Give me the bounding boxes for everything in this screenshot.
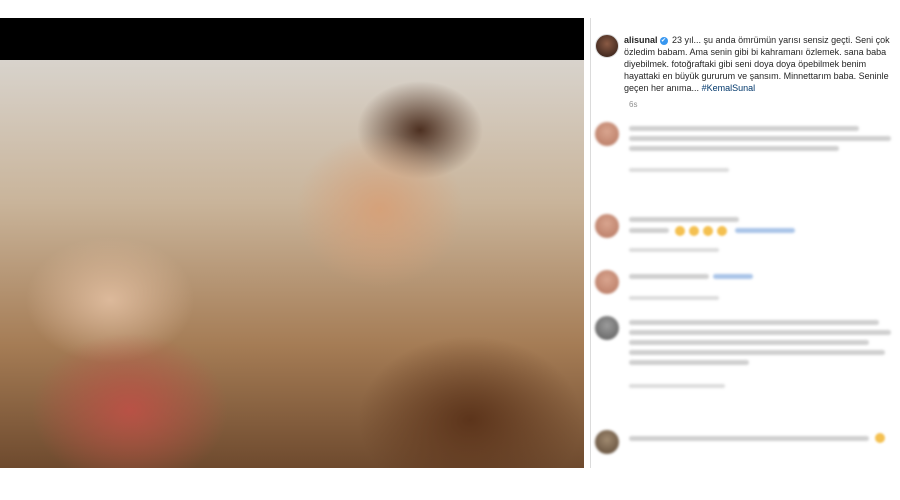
- comment-meta: [629, 168, 729, 172]
- blurred-text: [629, 228, 669, 233]
- blurred-text: [629, 330, 891, 335]
- emoji-icon: [689, 226, 699, 236]
- blurred-comment: [595, 122, 895, 178]
- blurred-comment: [595, 316, 895, 396]
- blurred-text: [629, 217, 739, 222]
- blurred-comment: [595, 430, 895, 458]
- blurred-text: [629, 136, 891, 141]
- comment-avatar: [595, 270, 619, 294]
- photo-image: [0, 60, 584, 468]
- comment-meta: [629, 384, 725, 388]
- blurred-text: [629, 340, 869, 345]
- comment-meta: [629, 248, 719, 252]
- emoji-icon: [703, 226, 713, 236]
- emoji-icon: [675, 226, 685, 236]
- comments-panel: alisunal ✔ 23 yıl... şu anda ömrümün yarı…: [591, 18, 900, 468]
- comment-avatar: [595, 430, 619, 454]
- comment-avatar: [595, 214, 619, 238]
- hashtag-link[interactable]: #KemalSunal: [702, 83, 756, 93]
- username-link[interactable]: alisunal: [624, 35, 658, 45]
- blurred-text: [629, 320, 879, 325]
- blurred-text: [629, 350, 885, 355]
- emoji-icon: [875, 433, 885, 443]
- blurred-text: [629, 126, 859, 131]
- blurred-mention: [735, 228, 795, 233]
- comment-avatar: [595, 316, 619, 340]
- post-photo[interactable]: [0, 18, 584, 468]
- emoji-icon: [717, 226, 727, 236]
- blurred-text: [629, 436, 869, 441]
- verified-badge-icon: ✔: [659, 36, 668, 45]
- instagram-post: alisunal ✔ 23 yıl... şu anda ömrümün yarı…: [0, 18, 900, 468]
- profile-avatar[interactable]: [595, 34, 619, 58]
- blurred-comment: [595, 270, 895, 306]
- blurred-mention: [713, 274, 753, 279]
- comment-avatar: [595, 122, 619, 146]
- blurred-comment: [595, 214, 895, 258]
- blurred-text: [629, 146, 839, 151]
- post-time[interactable]: 6s: [629, 100, 637, 109]
- blurred-text: [629, 274, 709, 279]
- blurred-text: [629, 360, 749, 365]
- post-caption: alisunal ✔ 23 yıl... şu anda ömrümün yarı…: [624, 34, 896, 94]
- comment-meta: [629, 296, 719, 300]
